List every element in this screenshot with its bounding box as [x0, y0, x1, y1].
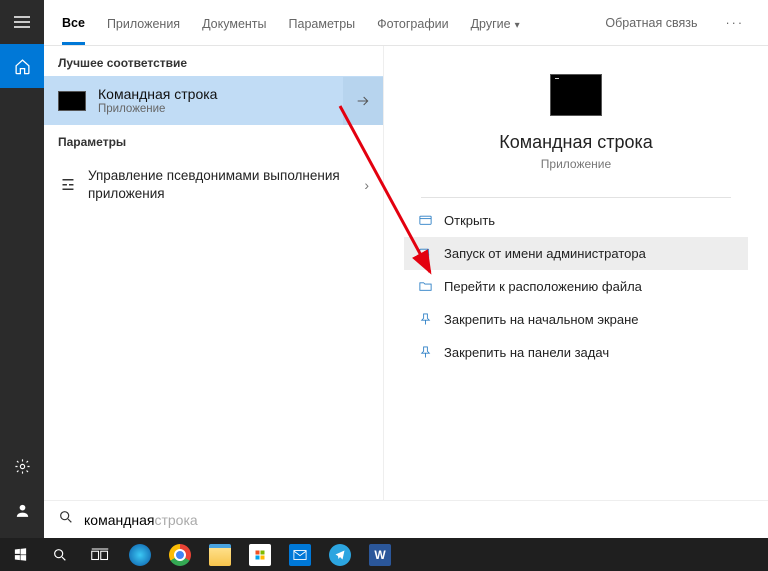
chevron-down-icon: ▾ — [515, 20, 520, 31]
taskbar-app-chrome[interactable] — [160, 538, 200, 571]
best-match-result[interactable]: Командная строка Приложение — [44, 76, 383, 125]
tab-other[interactable]: Другие▾ — [471, 3, 520, 43]
taskbar-app-word[interactable]: W — [360, 538, 400, 571]
parameters-header: Параметры — [44, 125, 383, 155]
action-label: Закрепить на начальном экране — [444, 312, 639, 327]
chevron-right-icon: › — [364, 177, 369, 193]
more-button[interactable]: ··· — [720, 16, 751, 30]
tab-photos[interactable]: Фотографии — [377, 3, 448, 43]
home-button[interactable] — [0, 44, 44, 88]
search-icon — [58, 509, 74, 530]
action-pin-start[interactable]: Закрепить на начальном экране — [404, 303, 748, 336]
hamburger-button[interactable] — [0, 0, 44, 44]
action-open-location[interactable]: Перейти к расположению файла — [404, 270, 748, 303]
search-panel: Все Приложения Документы Параметры Фотог… — [44, 0, 768, 538]
expand-arrow-button[interactable] — [343, 77, 383, 125]
settings-result-text: Управление псевдонимами выполнения прило… — [88, 167, 364, 203]
action-label: Перейти к расположению файла — [444, 279, 642, 294]
tab-apps[interactable]: Приложения — [107, 3, 180, 43]
search-typed-text: командная — [84, 512, 154, 528]
search-input-row[interactable]: командная строка — [44, 500, 768, 538]
result-title: Командная строка — [98, 86, 335, 102]
cmd-large-icon — [550, 74, 602, 116]
taskbar-app-telegram[interactable] — [320, 538, 360, 571]
action-run-admin[interactable]: Запуск от имени администратора — [404, 237, 748, 270]
action-label: Запуск от имени администратора — [444, 246, 646, 261]
action-pin-taskbar[interactable]: Закрепить на панели задач — [404, 336, 748, 369]
admin-icon — [414, 246, 436, 261]
detail-title: Командная строка — [499, 132, 653, 153]
detail-subtitle: Приложение — [541, 157, 611, 171]
task-view-button[interactable] — [80, 538, 120, 571]
nav-rail — [0, 0, 44, 538]
result-subtitle: Приложение — [98, 103, 335, 115]
folder-icon — [414, 279, 436, 294]
taskbar-app-mail[interactable] — [280, 538, 320, 571]
taskbar-search-button[interactable] — [40, 538, 80, 571]
search-completion-hint: строка — [154, 512, 197, 528]
action-label: Открыть — [444, 213, 495, 228]
cmd-icon — [58, 91, 86, 111]
action-open[interactable]: Открыть — [404, 204, 748, 237]
settings-result[interactable]: ☲ Управление псевдонимами выполнения при… — [44, 155, 383, 215]
taskbar: W — [0, 538, 768, 571]
pin-taskbar-icon — [414, 345, 436, 360]
taskbar-app-store[interactable] — [240, 538, 280, 571]
best-match-header: Лучшее соответствие — [44, 46, 383, 76]
settings-button[interactable] — [0, 444, 44, 488]
pin-start-icon — [414, 312, 436, 327]
start-button[interactable] — [0, 538, 40, 571]
tab-settings[interactable]: Параметры — [289, 3, 356, 43]
detail-column: Командная строка Приложение Открыть Запу… — [384, 46, 768, 500]
tab-all[interactable]: Все — [62, 2, 85, 45]
results-column: Лучшее соответствие Командная строка При… — [44, 46, 384, 500]
filter-tabs: Все Приложения Документы Параметры Фотог… — [44, 0, 768, 46]
action-label: Закрепить на панели задач — [444, 345, 609, 360]
list-icon: ☲ — [58, 176, 78, 194]
tab-docs[interactable]: Документы — [202, 3, 266, 43]
profile-button[interactable] — [0, 488, 44, 532]
taskbar-app-explorer[interactable] — [200, 538, 240, 571]
taskbar-app-edge[interactable] — [120, 538, 160, 571]
divider — [421, 197, 731, 198]
open-icon — [414, 213, 436, 228]
feedback-link[interactable]: Обратная связь — [605, 16, 697, 30]
